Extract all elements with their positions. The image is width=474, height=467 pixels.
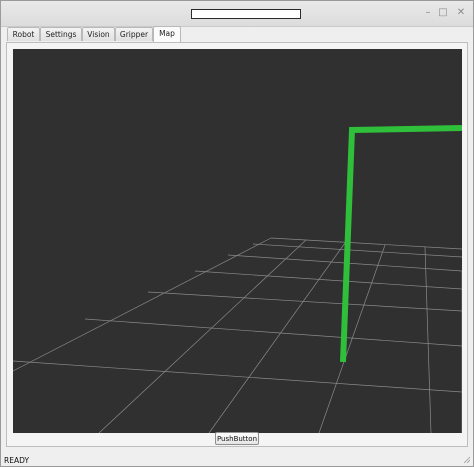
grid-line <box>13 360 462 393</box>
robot-path-line <box>340 125 462 363</box>
grid-line <box>318 244 386 433</box>
maximize-icon[interactable]: □ <box>435 5 451 21</box>
tab-vision[interactable]: Vision <box>82 27 115 41</box>
map-tab-panel <box>6 42 468 447</box>
close-icon[interactable]: ✕ <box>453 5 469 21</box>
ground-grid <box>13 237 462 433</box>
grid-line <box>270 237 462 250</box>
grid-line <box>424 246 432 433</box>
map-scene <box>13 125 462 433</box>
grid-line <box>147 291 462 312</box>
tab-settings[interactable]: Settings <box>40 27 82 41</box>
grid-line <box>208 242 346 433</box>
title-bar[interactable]: – □ ✕ <box>1 1 473 27</box>
push-button[interactable]: PushButton <box>215 432 259 445</box>
3d-map-viewport[interactable] <box>13 49 462 433</box>
grid-line <box>84 318 462 347</box>
minimize-icon[interactable]: – <box>420 5 436 21</box>
grid-line <box>252 243 462 258</box>
resize-grip-icon[interactable] <box>462 455 470 463</box>
tab-map[interactable]: Map <box>153 26 181 42</box>
grid-line <box>13 237 272 372</box>
tab-robot[interactable]: Robot <box>7 27 40 41</box>
main-window: – □ ✕ Robot Settings Vision Gripper Map <box>0 0 474 467</box>
tab-gripper[interactable]: Gripper <box>115 27 153 41</box>
grid-line <box>194 270 462 290</box>
status-text: READY <box>4 456 30 465</box>
grid-line <box>98 239 307 433</box>
window-title-redacted <box>191 9 301 19</box>
